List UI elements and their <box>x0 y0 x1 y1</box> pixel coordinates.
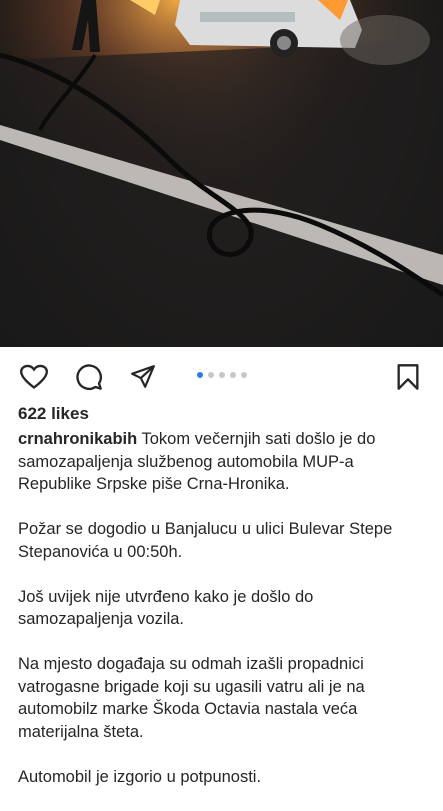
carousel-dot <box>241 372 247 378</box>
caption-username[interactable]: crnahronikabih <box>18 430 137 448</box>
save-button[interactable] <box>393 362 423 392</box>
share-button[interactable] <box>128 362 158 392</box>
caption-paragraph: Još uvijek nije utvrđeno kako je došlo d… <box>18 587 314 629</box>
carousel-dot <box>230 372 236 378</box>
likes-count[interactable]: 622 likes <box>18 404 89 424</box>
caption-paragraph: Automobil je izgorio u potpunosti. <box>18 767 262 786</box>
comment-icon <box>76 364 102 390</box>
post-photo[interactable] <box>0 0 443 347</box>
carousel-dot-active <box>197 372 203 378</box>
like-button[interactable] <box>19 362 49 392</box>
caption-paragraph: Požar se dogodio u Banjalucu u ulici Bul… <box>18 520 393 561</box>
carousel-indicator <box>197 372 247 378</box>
fire-scene-illustration <box>0 0 443 347</box>
send-icon <box>131 365 155 388</box>
heart-icon <box>20 364 48 389</box>
carousel-dot <box>219 372 225 378</box>
caption-first-paragraph: crnahronikabih Tokom večernjih sati došl… <box>18 428 430 496</box>
carousel-dot <box>208 372 214 378</box>
caption-paragraph: Na mjesto događaja su odmah izašli propa… <box>18 655 365 741</box>
comment-button[interactable] <box>74 362 104 392</box>
bookmark-icon <box>397 364 419 390</box>
post-caption: crnahronikabih Tokom večernjih sati došl… <box>18 428 430 811</box>
post-action-bar <box>0 347 443 403</box>
